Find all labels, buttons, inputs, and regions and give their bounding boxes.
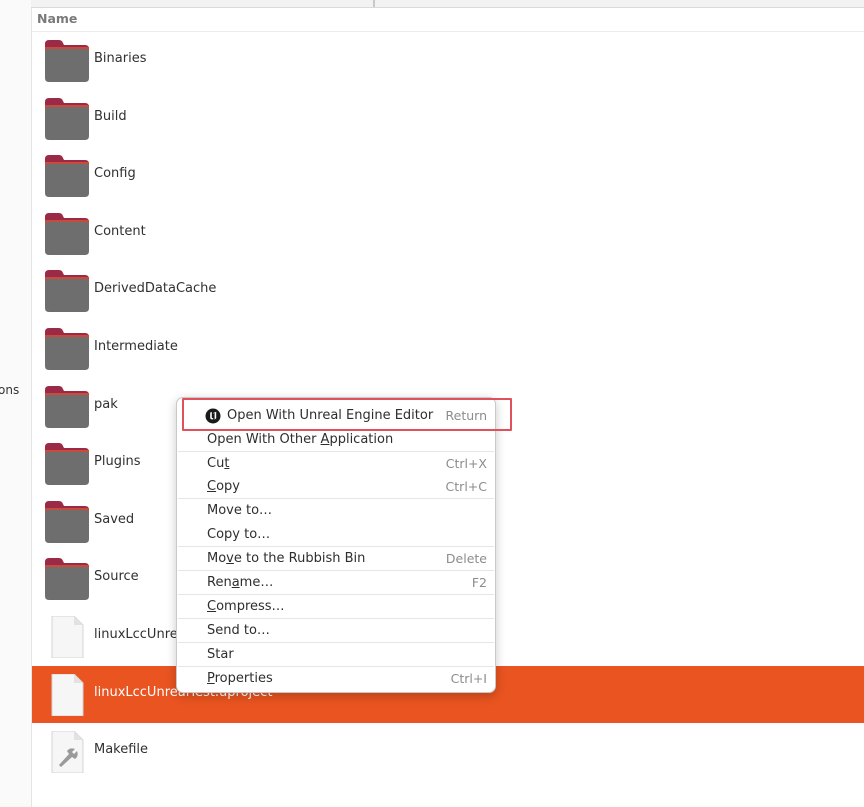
sidebar-partial-label[interactable]: ons	[0, 383, 19, 397]
menu-item-label: Open With Other Application	[207, 432, 394, 447]
folder-icon	[45, 500, 89, 543]
file-name: Content	[94, 223, 146, 239]
folder-row[interactable]: Build	[32, 90, 864, 147]
folder-icon	[45, 443, 89, 486]
menu-item-shortcut: Ctrl+I	[450, 671, 487, 686]
file-name: Config	[94, 166, 136, 182]
folder-icon	[45, 40, 89, 82]
menu-item-move-to-rubbish[interactable]: Move to the Rubbish Bin Delete	[177, 547, 495, 571]
file-name: Makefile	[94, 742, 149, 758]
folder-icon	[45, 328, 89, 370]
folder-icon	[45, 155, 89, 198]
folder-icon	[45, 270, 89, 313]
folder-row[interactable]: Intermediate	[32, 320, 864, 377]
menu-item-copy[interactable]: Copy Ctrl+C	[177, 475, 495, 499]
file-name: DerivedDataCache	[94, 281, 217, 297]
file-name: Binaries	[94, 51, 147, 66]
menu-item-properties[interactable]: Properties Ctrl+I	[177, 667, 495, 691]
column-header-label: Name	[37, 11, 78, 26]
menu-item-copy-to[interactable]: Copy to…	[177, 523, 495, 547]
folder-icon	[45, 558, 89, 601]
menu-item-move-to[interactable]: Move to…	[177, 499, 495, 523]
menu-item-label: Properties	[207, 671, 273, 686]
folder-icon	[45, 97, 89, 140]
folder-row[interactable]: Config	[32, 147, 864, 204]
menu-item-label: Copy to…	[207, 527, 271, 542]
column-resize-handle[interactable]	[373, 0, 375, 7]
menu-item-label: Compress…	[207, 599, 285, 614]
highlight-annotation-box	[182, 398, 512, 431]
menu-item-send-to[interactable]: Send to…	[177, 619, 495, 643]
folder-row[interactable]: Binaries	[32, 32, 864, 89]
menu-item-shortcut: Delete	[445, 551, 487, 566]
menu-item-shortcut: Ctrl+X	[445, 456, 487, 471]
menu-item-shortcut: Ctrl+C	[445, 479, 487, 494]
menu-item-label: Move to…	[207, 503, 273, 518]
file-name: Build	[94, 108, 127, 124]
file-name: Intermediate	[94, 339, 178, 354]
folder-row[interactable]: DerivedDataCache	[32, 262, 864, 319]
menu-item-label: Cut	[207, 456, 230, 471]
menu-item-compress[interactable]: Compress…	[177, 595, 495, 619]
file-row[interactable]: Makefile	[32, 723, 864, 780]
sidebar: ons	[0, 0, 32, 807]
file-name: Plugins	[94, 454, 141, 470]
menu-item-label: Rename…	[207, 575, 274, 590]
column-header-name[interactable]: Name	[32, 8, 864, 32]
toolbar-edge	[31, 0, 864, 8]
menu-item-label: Send to…	[207, 623, 270, 638]
file-icon	[45, 673, 89, 717]
menu-item-star[interactable]: Star	[177, 643, 495, 667]
menu-item-label: Move to the Rubbish Bin	[207, 551, 366, 566]
script-file-icon	[45, 730, 89, 774]
menu-item-shortcut: F2	[471, 575, 487, 590]
menu-item-cut[interactable]: Cut Ctrl+X	[177, 452, 495, 476]
menu-item-rename[interactable]: Rename… F2	[177, 571, 495, 595]
folder-icon	[45, 212, 89, 255]
file-name: Saved	[94, 511, 135, 527]
file-name: pak	[94, 396, 118, 412]
menu-item-open-with-other[interactable]: Open With Other Application	[177, 428, 495, 452]
menu-item-label: Star	[207, 647, 234, 662]
context-menu: Open With Unreal Engine Editor Return Op…	[176, 397, 496, 693]
folder-icon	[45, 385, 89, 428]
file-icon	[45, 615, 89, 659]
menu-item-label: Copy	[207, 479, 240, 494]
file-name: linuxLccUnrea	[94, 627, 186, 642]
file-name: Source	[94, 569, 139, 585]
folder-row[interactable]: Content	[32, 205, 864, 262]
